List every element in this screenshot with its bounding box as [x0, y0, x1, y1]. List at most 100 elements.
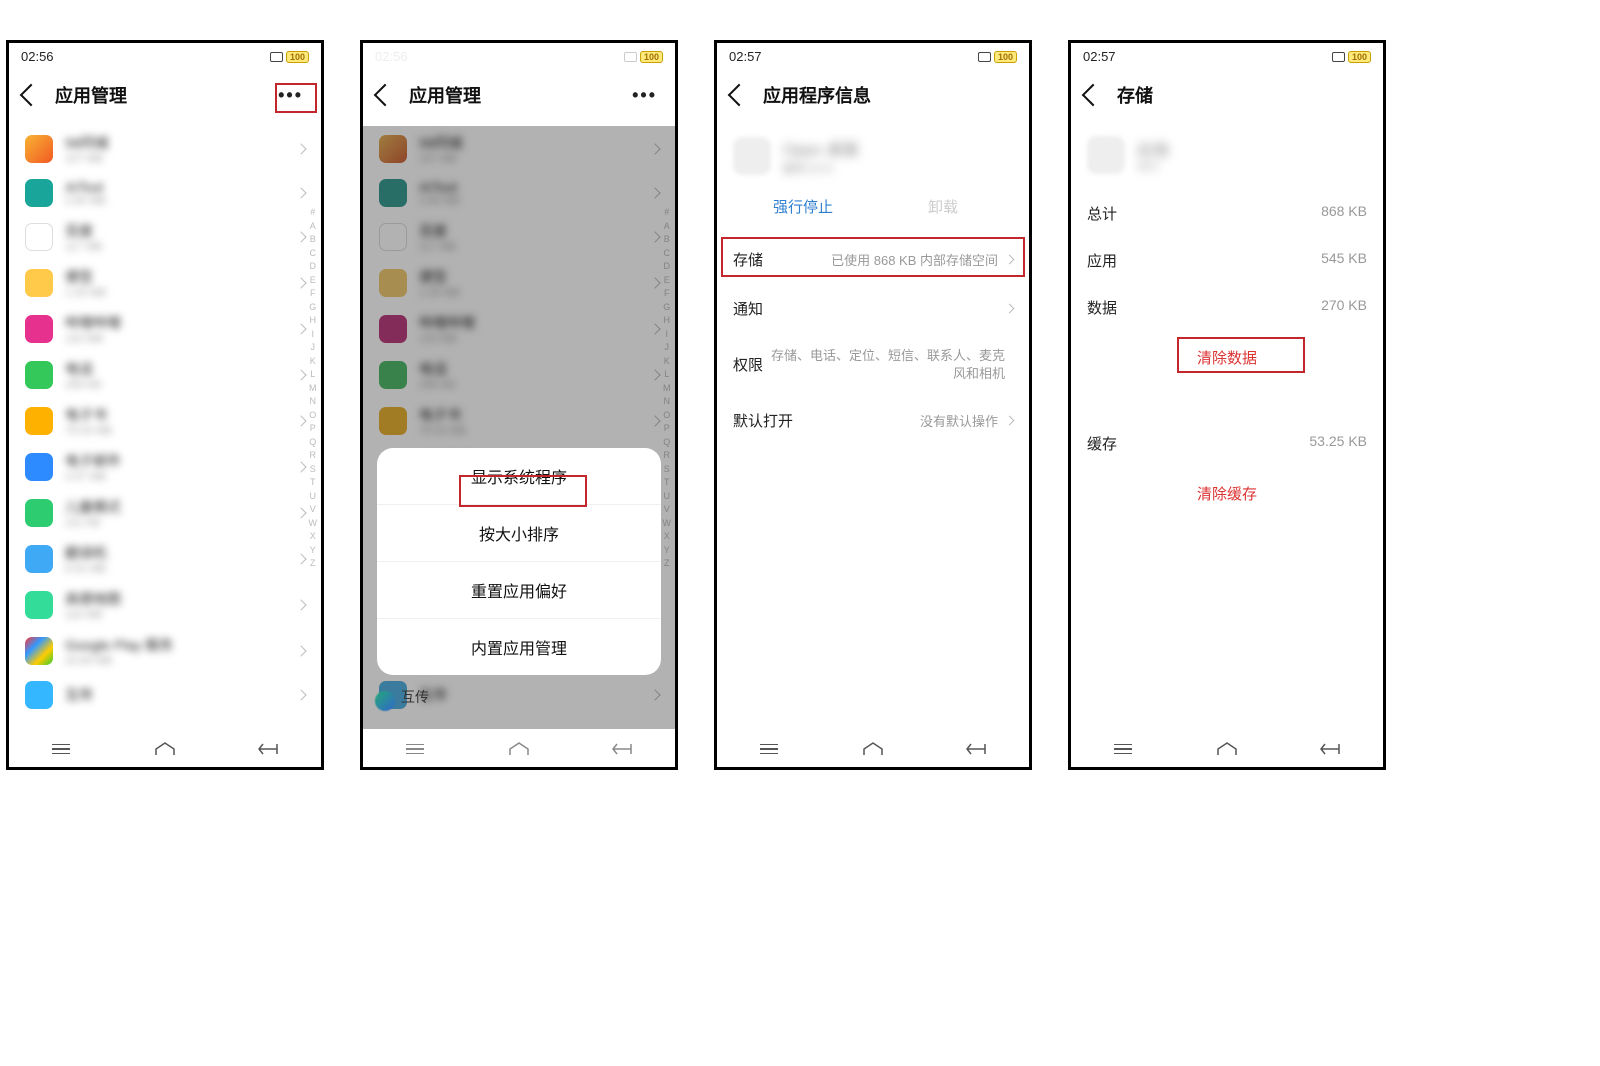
more-menu-button[interactable]: •••	[628, 85, 661, 106]
app-text: 58同城107 MB	[65, 133, 285, 165]
alpha-index-letter[interactable]: N	[309, 395, 318, 409]
app-icon	[25, 223, 53, 251]
alpha-index-letter[interactable]: A	[309, 220, 318, 234]
battery-icon: 100	[640, 51, 663, 63]
app-list-item[interactable]: AiTool2.84 MB	[9, 172, 321, 214]
screen-storage: 02:57 100 存储 应用 v6.0 总计 868 KB 应用 545 KB…	[1068, 40, 1386, 770]
back-icon[interactable]	[20, 84, 43, 107]
alpha-index-letter[interactable]: Y	[309, 544, 318, 558]
nav-back-icon[interactable]	[963, 741, 991, 757]
alpha-index-letter[interactable]: T	[309, 476, 318, 490]
home-icon[interactable]	[859, 741, 887, 757]
clear-cache-button[interactable]: 清除缓存	[1071, 467, 1383, 520]
recents-icon[interactable]	[755, 741, 783, 757]
app-list-item[interactable]: 电话258 KB	[9, 352, 321, 398]
nav-back-icon[interactable]	[609, 741, 637, 757]
alpha-index-letter[interactable]: S	[309, 463, 318, 477]
app-list-item[interactable]: 便签1.34 MB	[9, 260, 321, 306]
alpha-index-letter[interactable]: H	[309, 314, 318, 328]
nav-back-icon[interactable]	[1317, 741, 1345, 757]
app-list-item[interactable]: Google Play 服务20.84 MB	[9, 628, 321, 674]
alpha-index-letter[interactable]: G	[309, 301, 318, 315]
annotation-highlight	[459, 475, 587, 507]
nav-bar	[1071, 729, 1383, 767]
row-label: 默认打开	[733, 410, 793, 431]
alpha-index-letter[interactable]: R	[309, 449, 318, 463]
menu-sort-by-size[interactable]: 按大小排序	[377, 505, 661, 562]
nav-back-icon[interactable]	[255, 741, 283, 757]
default-open-row[interactable]: 默认打开 没有默认操作	[717, 396, 1029, 445]
alpha-index-letter[interactable]: I	[309, 328, 318, 342]
chevron-right-icon	[295, 369, 306, 380]
alpha-index-letter[interactable]: E	[309, 274, 318, 288]
chevron-right-icon	[295, 143, 306, 154]
chevron-right-icon	[1005, 304, 1015, 314]
screen-app-management: 02:56 100 应用管理 ••• 58同城107 MBAiTool2.84 …	[6, 40, 324, 770]
alpha-index-letter[interactable]: D	[309, 260, 318, 274]
app-icon	[25, 407, 53, 435]
back-icon[interactable]	[728, 84, 751, 107]
home-icon[interactable]	[1213, 741, 1241, 757]
app-list-item[interactable]: 高德地图116 MB	[9, 582, 321, 628]
nav-bar	[717, 729, 1029, 767]
app-list-item[interactable]: 哔哩哔哩120 MB	[9, 306, 321, 352]
back-icon[interactable]	[374, 84, 397, 107]
battery-icon: 100	[1348, 51, 1371, 63]
back-icon[interactable]	[1082, 84, 1105, 107]
row-value: 没有默认操作	[793, 411, 1006, 430]
force-stop-button[interactable]: 强行停止	[733, 196, 873, 217]
alpha-index-letter[interactable]: J	[309, 341, 318, 355]
app-icon	[25, 135, 53, 163]
alpha-index-letter[interactable]: Q	[309, 436, 318, 450]
app-text: 电话258 KB	[65, 359, 285, 391]
alpha-index[interactable]: #ABCDEFGHIJKLMNOPQRSTUVWXYZ	[309, 206, 318, 571]
app-list-item[interactable]: 58同城107 MB	[9, 126, 321, 172]
alpha-index-letter[interactable]: #	[309, 206, 318, 220]
row-value: 545 KB	[1321, 250, 1367, 271]
app-list-item[interactable]: 百度117 MB	[9, 214, 321, 260]
alpha-index-letter[interactable]: Z	[309, 557, 318, 571]
recents-icon[interactable]	[47, 741, 75, 757]
app-icon	[25, 637, 53, 665]
app-list-item[interactable]: 儿童模式211 KB	[9, 490, 321, 536]
app-list-item[interactable]: 电子书79.43 MB	[9, 398, 321, 444]
home-icon[interactable]	[505, 741, 533, 757]
recents-icon[interactable]	[1109, 741, 1137, 757]
alpha-index-letter[interactable]: B	[309, 233, 318, 247]
recents-icon[interactable]	[401, 741, 429, 757]
alpha-index-letter[interactable]: X	[309, 530, 318, 544]
alpha-index-letter[interactable]: W	[309, 517, 318, 531]
status-bar: 02:57 100	[717, 43, 1029, 70]
menu-reset-preferences[interactable]: 重置应用偏好	[377, 562, 661, 619]
alpha-index-letter[interactable]: O	[309, 409, 318, 423]
notifications-row[interactable]: 通知	[717, 284, 1029, 333]
alpha-index-letter[interactable]: L	[309, 368, 318, 382]
uninstall-button[interactable]: 卸载	[873, 196, 1013, 217]
row-label: 通知	[733, 298, 763, 319]
app-text: AiTool2.84 MB	[65, 179, 285, 207]
app-text: 高德地图116 MB	[65, 589, 285, 621]
alpha-index-letter[interactable]: M	[309, 382, 318, 396]
nav-bar	[9, 729, 321, 767]
cache-size-row: 缓存 53.25 KB	[1071, 420, 1383, 467]
clock: 02:56	[21, 49, 54, 64]
alpha-index-letter[interactable]: F	[309, 287, 318, 301]
permissions-row[interactable]: 权限 存储、电话、定位、短信、联系人、麦克风和相机	[717, 333, 1029, 396]
app-list-item[interactable]: 互传	[9, 674, 321, 716]
alpha-index-letter[interactable]: K	[309, 355, 318, 369]
app-text: 便签1.34 MB	[65, 267, 285, 299]
app-list-item[interactable]: 电子邮件3.47 MB	[9, 444, 321, 490]
app-icon	[733, 137, 771, 175]
home-icon[interactable]	[151, 741, 179, 757]
sim-icon	[624, 52, 637, 62]
alpha-index-letter[interactable]: V	[309, 503, 318, 517]
title-bar: 存储	[1071, 70, 1383, 126]
list-item-label: 互传	[401, 687, 429, 707]
menu-builtin-app-mgmt[interactable]: 内置应用管理	[377, 619, 661, 675]
app-text: 哔哩哔哩120 MB	[65, 313, 285, 345]
alpha-index-letter[interactable]: U	[309, 490, 318, 504]
alpha-index-letter[interactable]: P	[309, 422, 318, 436]
alpha-index-letter[interactable]: C	[309, 247, 318, 261]
app-list-item[interactable]: 翻译机6.52 MB	[9, 536, 321, 582]
chevron-right-icon	[295, 231, 306, 242]
